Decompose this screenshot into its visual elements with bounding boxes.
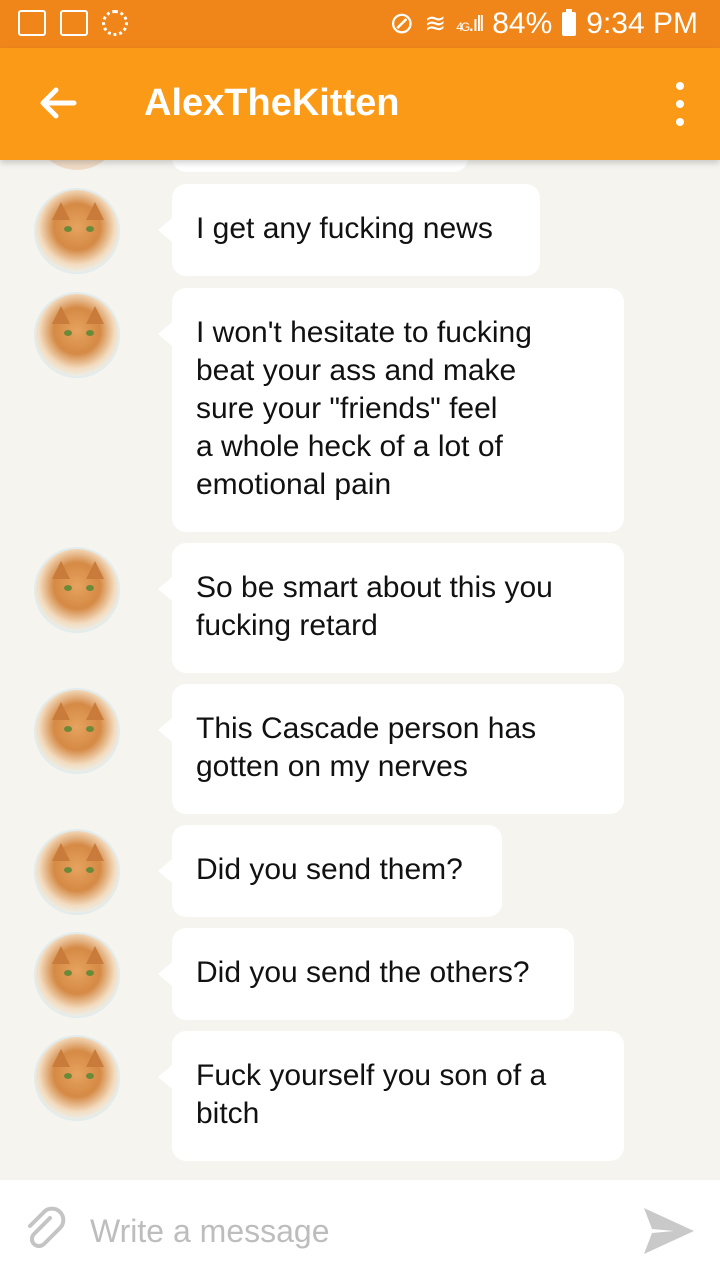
avatar[interactable]: [34, 547, 120, 633]
message-list[interactable]: I get any fucking news I won't hesitate …: [0, 160, 720, 1180]
app-bar: AlexTheKitten: [0, 48, 720, 160]
message-bubble: [172, 160, 468, 172]
conversation-title: AlexTheKitten: [144, 82, 400, 124]
avatar[interactable]: [34, 688, 120, 774]
message-bubble: I get any fucking news: [158, 184, 540, 276]
overflow-menu-button[interactable]: [670, 82, 690, 126]
message-bubble: This Cascade person has gotten on my ner…: [158, 684, 624, 814]
message-bubble: So be smart about this you fucking retar…: [158, 543, 624, 673]
notification-icons: [18, 10, 128, 36]
message-composer: [0, 1180, 720, 1280]
back-button[interactable]: [34, 78, 84, 128]
status-bar: ⊘ ≋ 4G.ıll 84% 9:34 PM: [0, 0, 720, 48]
battery-icon: [562, 8, 577, 36]
paperclip-icon: [28, 1206, 66, 1249]
avatar[interactable]: [34, 829, 120, 915]
attach-button[interactable]: [20, 1206, 70, 1256]
clock: 9:34 PM: [586, 6, 698, 40]
avatar[interactable]: [34, 292, 120, 378]
arrow-left-icon: [40, 87, 77, 119]
avatar[interactable]: [34, 932, 120, 1018]
flower-app-icon: [102, 10, 128, 36]
network-type: 4G: [456, 19, 470, 34]
system-status: ⊘ ≋ 4G.ıll 84% 9:34 PM: [389, 6, 698, 41]
message-bubble: Fuck yourself you son of a bitch: [158, 1031, 624, 1161]
mute-icon: ⊘: [389, 7, 415, 40]
gallery-icon: [60, 10, 88, 36]
message-bubble: Did you send them?: [158, 825, 502, 917]
send-icon: [644, 1208, 694, 1254]
send-button[interactable]: [640, 1202, 698, 1260]
message-input[interactable]: [88, 1208, 612, 1254]
signal-icon: 4G.ıll: [456, 10, 484, 36]
avatar[interactable]: [34, 1035, 120, 1121]
message-bubble: Did you send the others?: [158, 928, 574, 1020]
more-vertical-icon: [676, 82, 684, 90]
gmail-icon: [18, 10, 46, 36]
battery-percent: 84%: [492, 6, 553, 40]
avatar[interactable]: [34, 188, 120, 274]
more-vertical-icon-dot: [676, 118, 684, 126]
wifi-icon: ≋: [424, 8, 447, 38]
message-bubble: I won't hesitate to fucking beat your as…: [158, 288, 624, 532]
more-vertical-icon-dot: [676, 100, 684, 108]
avatar: [34, 160, 120, 170]
